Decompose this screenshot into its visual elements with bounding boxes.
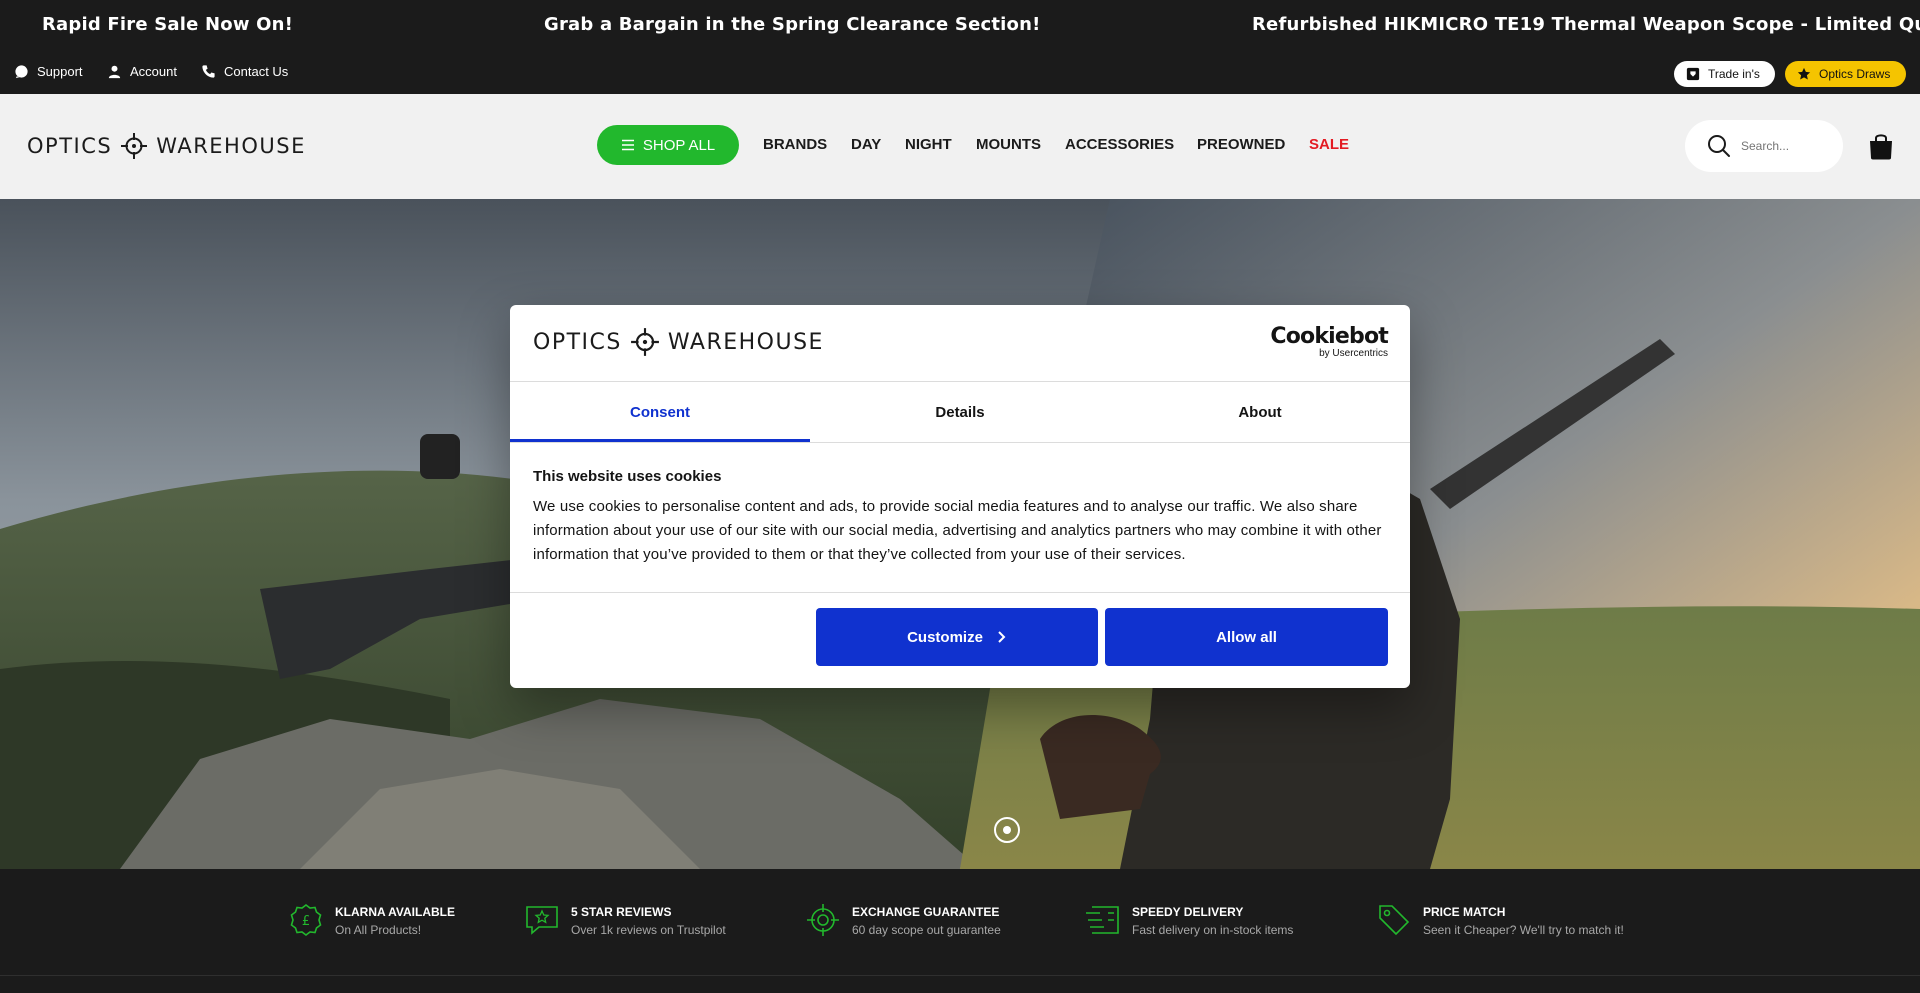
- search-input[interactable]: [1741, 139, 1831, 153]
- svg-text:£: £: [302, 914, 310, 929]
- cookiebot-byline: by Usercentrics: [1319, 348, 1388, 359]
- dialog-body-text: We use cookies to personalise content an…: [533, 498, 1382, 563]
- nav-sale[interactable]: SALE: [1309, 136, 1349, 153]
- klarna-badge-icon: £: [290, 904, 322, 936]
- star-review-icon: [526, 906, 558, 935]
- feature-title: SPEEDY DELIVERY: [1132, 905, 1244, 919]
- cookie-consent-dialog: OPTICS WAREHOUSE Cookiebot by Usercentri…: [510, 305, 1410, 688]
- shop-all-label: SHOP ALL: [642, 136, 716, 154]
- allow-all-label: Allow all: [1216, 628, 1277, 646]
- feature-title: 5 STAR REVIEWS: [571, 905, 672, 919]
- contact-link[interactable]: Contact Us: [201, 64, 288, 79]
- tab-about[interactable]: About: [1110, 382, 1410, 442]
- dialog-logo: OPTICS WAREHOUSE: [533, 327, 824, 357]
- search-box[interactable]: [1685, 120, 1843, 172]
- user-icon: [108, 65, 121, 79]
- account-label: Account: [130, 64, 177, 79]
- price-tag-icon: [1379, 905, 1410, 936]
- crosshair-logo-icon: [630, 328, 659, 356]
- feature-klarna: £ KLARNA AVAILABLE On All Products!: [289, 903, 455, 937]
- dialog-heading: This website uses cookies: [533, 468, 722, 485]
- optics-draws-button[interactable]: Optics Draws: [1785, 61, 1906, 87]
- nav-mounts[interactable]: MOUNTS: [976, 136, 1041, 153]
- feature-subtitle: 60 day scope out guarantee: [852, 923, 1001, 937]
- shop-all-button[interactable]: SHOP ALL: [597, 125, 739, 165]
- allow-all-button[interactable]: Allow all: [1105, 608, 1388, 666]
- logo-text-left: OPTICS: [27, 134, 113, 158]
- support-label: Support: [37, 64, 83, 79]
- search-icon: [1708, 135, 1730, 157]
- feature-price-match: PRICE MATCH Seen it Cheaper? We'll try t…: [1377, 903, 1624, 937]
- nav-night[interactable]: NIGHT: [905, 136, 952, 153]
- ticker-message[interactable]: Refurbished HIKMICRO TE19 Thermal Weapon…: [1252, 14, 1920, 35]
- crosshair-icon: [807, 904, 839, 936]
- ticker-message[interactable]: Grab a Bargain in the Spring Clearance S…: [544, 14, 1041, 35]
- nav-brands[interactable]: BRANDS: [763, 136, 827, 153]
- chevron-right-icon: [998, 631, 1006, 643]
- feature-delivery: SPEEDY DELIVERY Fast delivery on in-stoc…: [1086, 903, 1293, 937]
- shopping-bag-icon[interactable]: [1868, 132, 1894, 160]
- star-icon: [1797, 67, 1811, 80]
- cookiebot-name: Cookiebot: [1270, 324, 1388, 349]
- features-strip: £ KLARNA AVAILABLE On All Products! 5 ST…: [0, 869, 1920, 976]
- ticker-message[interactable]: Rapid Fire Sale Now On!: [42, 14, 293, 35]
- trade-ins-button[interactable]: Trade in's: [1674, 61, 1775, 87]
- trade-in-icon: [1686, 67, 1700, 81]
- feature-subtitle: On All Products!: [335, 923, 422, 937]
- chat-bubble-icon: [15, 65, 28, 79]
- tab-details[interactable]: Details: [810, 382, 1110, 442]
- trade-ins-label: Trade in's: [1708, 67, 1760, 81]
- logo-text-right: WAREHOUSE: [156, 134, 306, 158]
- optics-draws-label: Optics Draws: [1819, 67, 1891, 81]
- nav-day[interactable]: DAY: [851, 136, 881, 153]
- tab-consent[interactable]: Consent: [510, 382, 810, 442]
- feature-subtitle: Seen it Cheaper? We'll try to match it!: [1423, 923, 1624, 937]
- utility-bar: Support Account Contact Us Trade in's Op…: [0, 52, 1920, 94]
- site-logo[interactable]: OPTICS WAREHOUSE: [27, 132, 306, 160]
- carousel-dot[interactable]: [994, 817, 1020, 843]
- dialog-logo-left: OPTICS: [533, 329, 622, 355]
- feature-title: EXCHANGE GUARANTEE: [852, 905, 1000, 919]
- customize-label: Customize: [907, 628, 983, 646]
- crosshair-logo-icon: [121, 133, 148, 159]
- nav-preowned[interactable]: PREOWNED: [1197, 136, 1285, 153]
- feature-subtitle: Fast delivery on in-stock items: [1132, 923, 1294, 937]
- customize-button[interactable]: Customize: [816, 608, 1098, 666]
- feature-subtitle: Over 1k reviews on Trustpilot: [571, 923, 726, 937]
- divider: [510, 442, 1410, 443]
- divider: [510, 592, 1410, 593]
- announcement-ticker: Rapid Fire Sale Now On! Grab a Bargain i…: [0, 0, 1920, 52]
- delivery-icon: [1086, 906, 1119, 934]
- cookiebot-logo[interactable]: Cookiebot by Usercentrics: [1270, 325, 1388, 359]
- support-link[interactable]: Support: [14, 64, 83, 79]
- feature-exchange: EXCHANGE GUARANTEE 60 day scope out guar…: [806, 903, 1001, 937]
- account-link[interactable]: Account: [107, 64, 177, 79]
- phone-icon: [202, 65, 215, 78]
- footer-edge: [0, 976, 1920, 993]
- contact-label: Contact Us: [224, 64, 289, 79]
- site-header: OPTICS WAREHOUSE SHOP ALL BRANDS DAY NIG…: [0, 94, 1920, 199]
- hamburger-menu-icon: [621, 139, 634, 151]
- dialog-logo-right: WAREHOUSE: [667, 329, 824, 355]
- nav-accessories[interactable]: ACCESSORIES: [1065, 136, 1174, 153]
- feature-title: PRICE MATCH: [1423, 905, 1506, 919]
- feature-title: KLARNA AVAILABLE: [335, 905, 455, 919]
- feature-reviews: 5 STAR REVIEWS Over 1k reviews on Trustp…: [525, 903, 726, 937]
